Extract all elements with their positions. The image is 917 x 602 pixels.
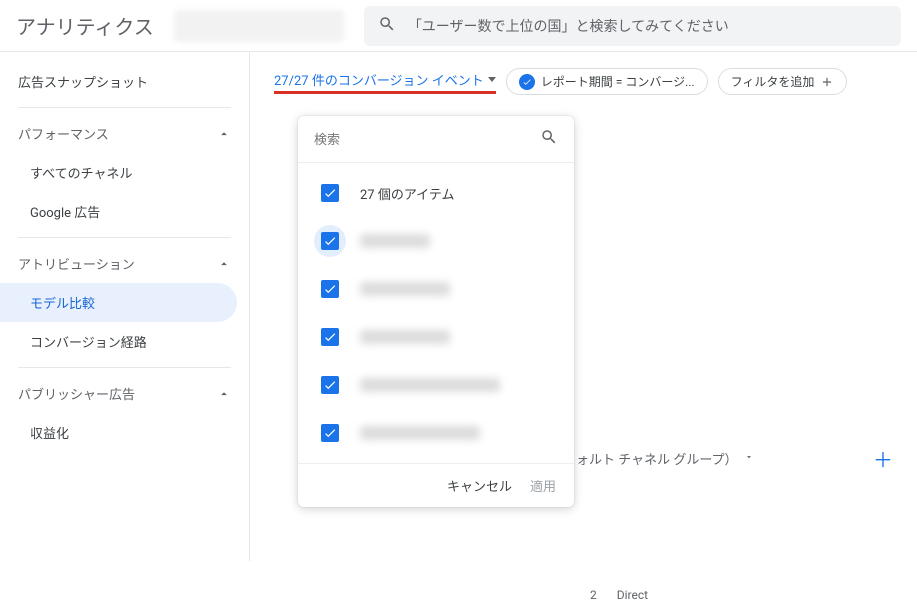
check-circle-icon (519, 74, 535, 90)
checkbox-wrap (314, 177, 346, 209)
sidebar-item-snapshot[interactable]: 広告スナップショット (0, 62, 249, 101)
popup-item[interactable] (298, 409, 574, 457)
checkbox-checked-icon[interactable] (321, 232, 339, 250)
dimension-dropdown[interactable]: デフォルト チャネル グループ） (550, 449, 754, 468)
sidebar-item-model-comparison[interactable]: モデル比較 (0, 283, 237, 322)
divider (18, 107, 231, 108)
popup-search-row (298, 116, 574, 163)
popup-item[interactable] (298, 361, 574, 409)
popup-item-label-blurred (360, 378, 500, 392)
sidebar-item-all-channels[interactable]: すべてのチャネル (0, 153, 237, 192)
sidebar-item-google-ads[interactable]: Google 広告 (0, 192, 237, 231)
conversion-events-dropdown[interactable]: 27/27 件のコンバージョン イベント (274, 70, 496, 94)
checkbox-wrap (314, 321, 346, 353)
chevron-up-icon (217, 257, 231, 271)
conversion-events-popup: 27 個のアイテム キャンセル 適用 (298, 116, 574, 507)
apply-button[interactable]: 適用 (530, 476, 556, 495)
checkbox-checked-icon[interactable] (321, 328, 339, 346)
app-title: アナリティクス (16, 11, 154, 40)
popup-search-input[interactable] (314, 132, 540, 147)
chevron-up-icon (217, 387, 231, 401)
checkbox-wrap (314, 225, 346, 257)
cancel-button[interactable]: キャンセル (447, 476, 512, 495)
search-icon (378, 15, 396, 37)
sidebar-section-label: パフォーマンス (18, 124, 109, 143)
search-icon[interactable] (540, 128, 558, 150)
property-selector-blurred[interactable] (174, 10, 344, 42)
row-index: 2 (590, 588, 597, 602)
sidebar-section-label: パブリッシャー広告 (18, 384, 135, 403)
popup-item[interactable] (298, 313, 574, 361)
sidebar-section-label: アトリビューション (18, 254, 135, 273)
caret-down-icon (488, 77, 496, 82)
checkbox-wrap (314, 273, 346, 305)
chip-label: レポート期間 = コンバージ... (541, 73, 695, 90)
popup-list[interactable]: 27 個のアイテム (298, 163, 574, 463)
popup-item-label-blurred (360, 426, 480, 440)
add-dimension-button[interactable]: ＋ (873, 444, 893, 473)
checkbox-checked-icon[interactable] (321, 280, 339, 298)
popup-item-label-blurred (360, 282, 450, 296)
divider (18, 367, 231, 368)
sidebar-section-publisher-ads[interactable]: パブリッシャー広告 (0, 374, 249, 413)
conversion-events-label: 27/27 件のコンバージョン イベント (274, 70, 484, 89)
popup-item-label-blurred (360, 234, 430, 248)
chevron-up-icon (217, 127, 231, 141)
popup-item[interactable] (298, 457, 574, 463)
checkbox-checked-icon[interactable] (321, 184, 339, 202)
chip-report-period[interactable]: レポート期間 = コンバージ... (506, 68, 708, 95)
dimension-label: デフォルト チャネル グループ） (550, 449, 738, 468)
popup-footer: キャンセル 適用 (298, 463, 574, 507)
search-placeholder: 「ユーザー数で上位の国」と検索してみてください (408, 16, 729, 36)
controls-row: 27/27 件のコンバージョン イベント レポート期間 = コンバージ... フ… (274, 68, 893, 95)
checkbox-wrap (314, 417, 346, 449)
plus-icon (820, 75, 834, 89)
sidebar-item-monetization[interactable]: 収益化 (0, 413, 237, 452)
popup-item-label: 27 個のアイテム (360, 184, 455, 203)
popup-item[interactable] (298, 217, 574, 265)
divider (18, 237, 231, 238)
caret-down-icon (744, 451, 754, 466)
checkbox-checked-icon[interactable] (321, 376, 339, 394)
table-row: 2 Direct (590, 588, 648, 602)
dimension-row: デフォルト チャネル グループ） ＋ (550, 444, 893, 473)
checkbox-checked-icon[interactable] (321, 424, 339, 442)
chip-label: フィルタを追加 (731, 73, 815, 90)
sidebar: 広告スナップショット パフォーマンス すべてのチャネル Google 広告 アト… (0, 52, 250, 561)
app-header: アナリティクス 「ユーザー数で上位の国」と検索してみてください (0, 0, 917, 52)
sidebar-item-label: 広告スナップショット (18, 72, 148, 91)
chip-add-filter[interactable]: フィルタを追加 (718, 68, 848, 95)
popup-item-label-blurred (360, 330, 450, 344)
global-search[interactable]: 「ユーザー数で上位の国」と検索してみてください (364, 6, 901, 46)
sidebar-section-performance[interactable]: パフォーマンス (0, 114, 249, 153)
popup-item[interactable] (298, 265, 574, 313)
sidebar-section-attribution[interactable]: アトリビューション (0, 244, 249, 283)
sidebar-item-conversion-paths[interactable]: コンバージョン経路 (0, 322, 237, 361)
checkbox-wrap (314, 369, 346, 401)
row-value: Direct (617, 588, 648, 602)
popup-item-all[interactable]: 27 個のアイテム (298, 169, 574, 217)
